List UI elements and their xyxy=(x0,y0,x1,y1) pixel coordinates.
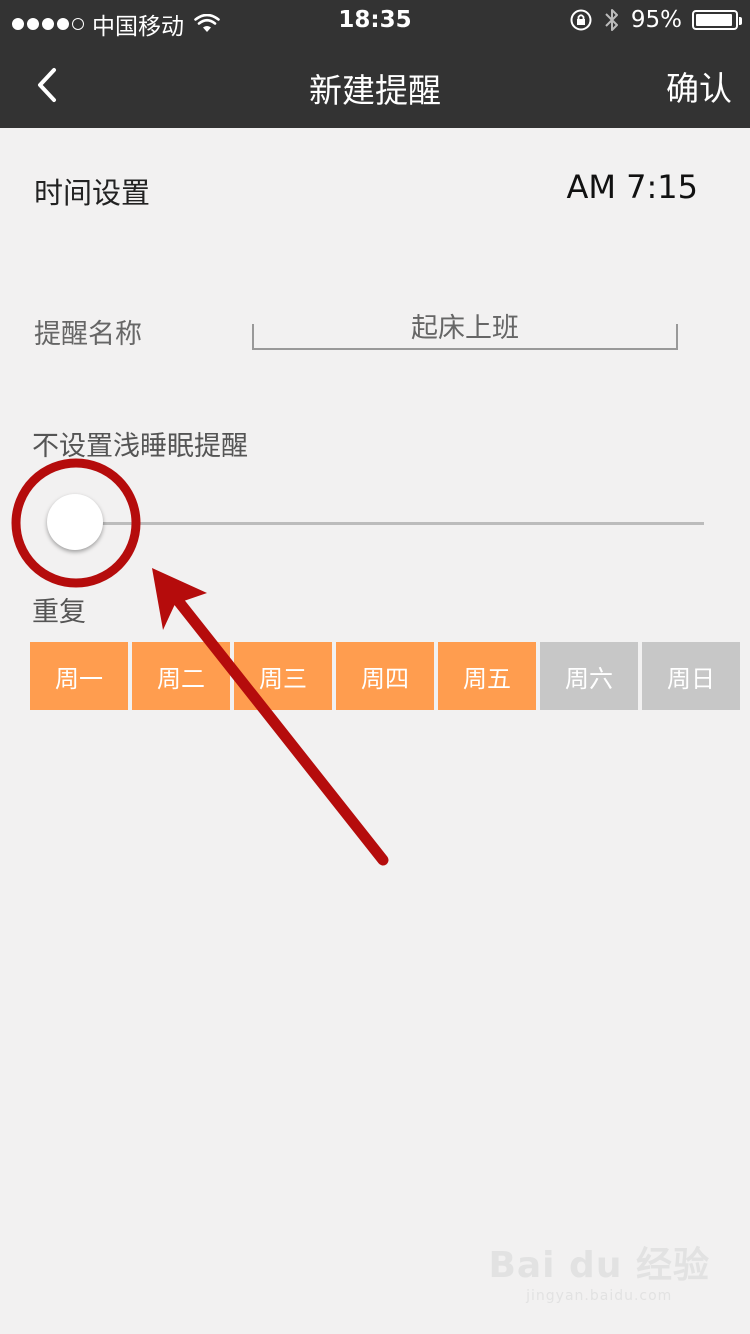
annotation-overlay xyxy=(11,458,389,866)
annotation-arrow-line xyxy=(162,582,389,866)
watermark: Bai du 经验 jingyan.baidu.com xyxy=(488,1236,710,1304)
watermark-logo: Bai du 经验 xyxy=(488,1245,710,1286)
annotation-circle xyxy=(11,458,141,588)
watermark-url: jingyan.baidu.com xyxy=(526,1288,673,1304)
